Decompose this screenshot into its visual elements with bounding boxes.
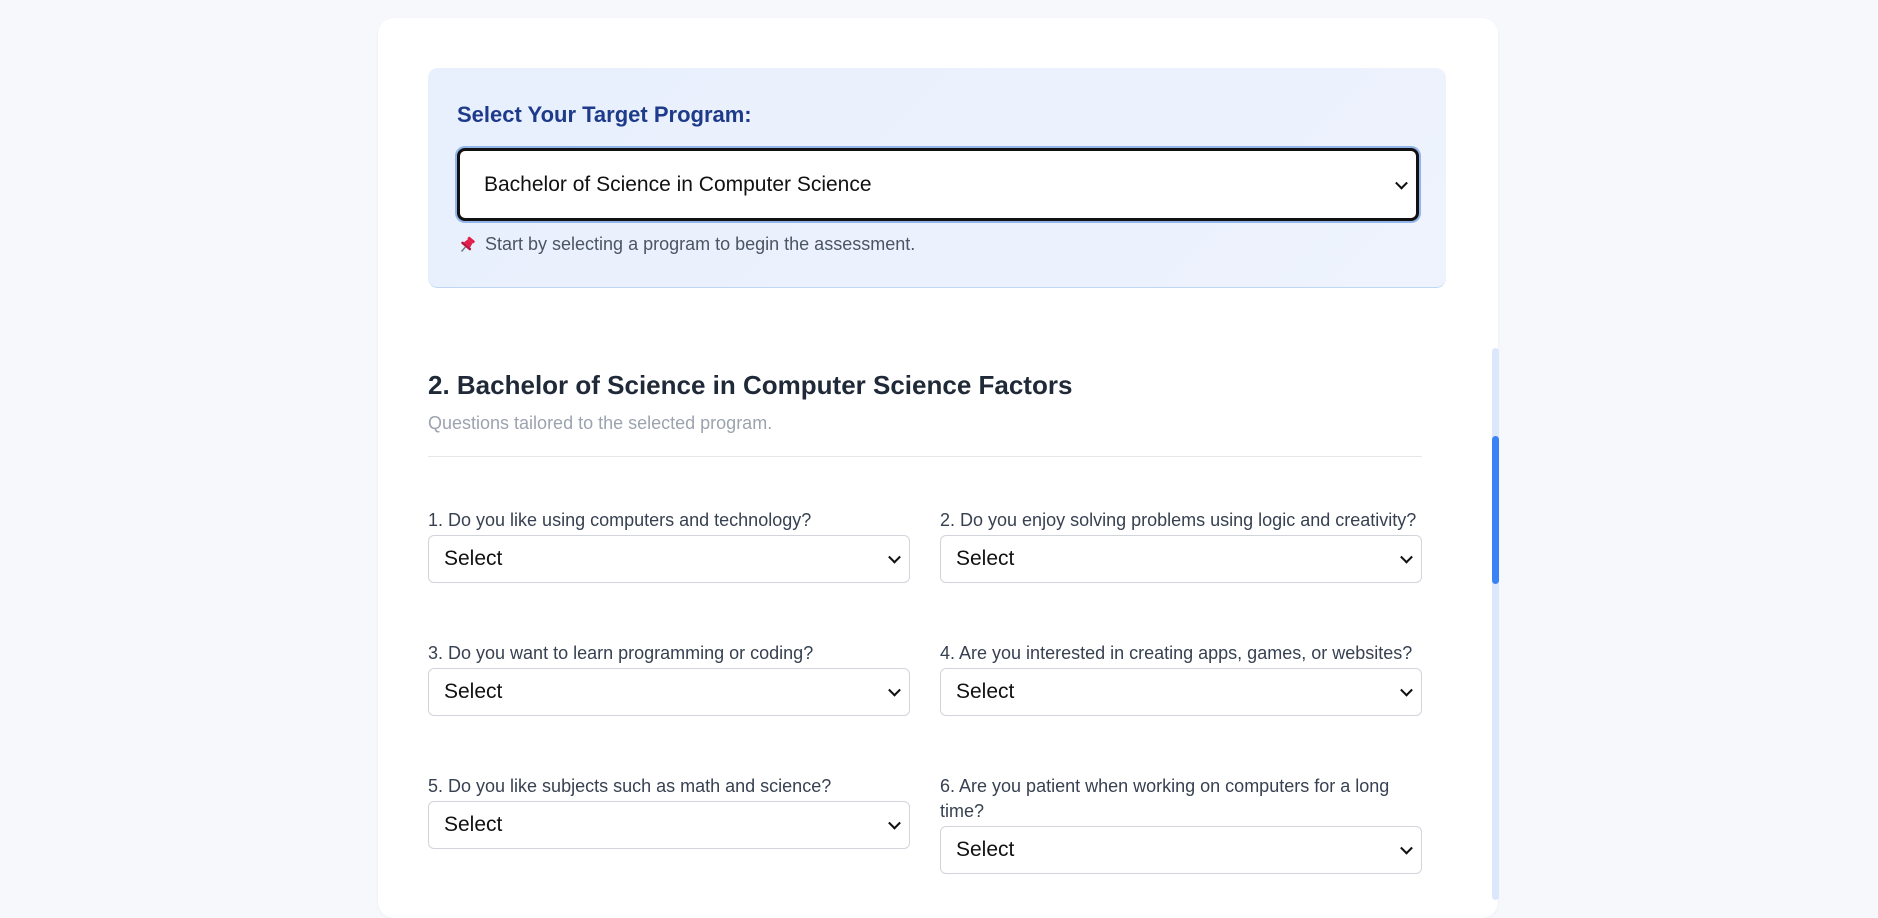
question-4-label: 4. Are you interested in creating apps, …	[940, 643, 1413, 663]
question-5-label: 5. Do you like subjects such as math and…	[428, 776, 832, 796]
chevron-down-icon	[1400, 683, 1413, 697]
question-2-select[interactable]: Select	[940, 535, 1422, 583]
pushpin-icon	[457, 235, 477, 255]
question-3: 3. Do you want to learn programming or c…	[428, 641, 910, 716]
question-6-select[interactable]: Select	[940, 826, 1422, 874]
chevron-down-icon	[888, 683, 901, 697]
question-2-value: Select	[956, 547, 1015, 570]
program-select[interactable]: Bachelor of Science in Computer Science	[457, 148, 1419, 221]
question-5-value: Select	[444, 813, 503, 836]
question-1-select[interactable]: Select	[428, 535, 910, 583]
section-scrollbar[interactable]	[1492, 348, 1499, 900]
section-scrollbar-thumb[interactable]	[1492, 436, 1499, 584]
chevron-down-icon	[888, 816, 901, 830]
section-divider	[428, 456, 1422, 457]
question-5-select[interactable]: Select	[428, 801, 910, 849]
question-1-label: 1. Do you like using computers and techn…	[428, 510, 812, 530]
question-1: 1. Do you like using computers and techn…	[428, 508, 910, 583]
program-select-value: Bachelor of Science in Computer Science	[484, 172, 872, 196]
question-6-label: 6. Are you patient when working on compu…	[940, 776, 1390, 821]
question-6: 6. Are you patient when working on compu…	[940, 774, 1422, 874]
question-6-value: Select	[956, 838, 1015, 861]
question-3-label: 3. Do you want to learn programming or c…	[428, 643, 814, 663]
chevron-down-icon	[1400, 550, 1413, 564]
program-selector-title: Select Your Target Program:	[457, 102, 752, 127]
program-selection-panel: Select Your Target Program: Bachelor of …	[428, 68, 1446, 288]
question-4: 4. Are you interested in creating apps, …	[940, 641, 1422, 716]
question-3-select[interactable]: Select	[428, 668, 910, 716]
question-2: 2. Do you enjoy solving problems using l…	[940, 508, 1422, 583]
program-hint: Start by selecting a program to begin th…	[457, 234, 915, 255]
question-1-value: Select	[444, 547, 503, 570]
question-5: 5. Do you like subjects such as math and…	[428, 774, 910, 849]
question-4-value: Select	[956, 680, 1015, 703]
question-2-label: 2. Do you enjoy solving problems using l…	[940, 510, 1417, 530]
chevron-down-icon	[1400, 841, 1413, 855]
question-3-value: Select	[444, 680, 503, 703]
section-title: 2. Bachelor of Science in Computer Scien…	[428, 370, 1073, 400]
chevron-down-icon	[888, 550, 901, 564]
program-hint-text: Start by selecting a program to begin th…	[485, 234, 916, 254]
section-subtitle: Questions tailored to the selected progr…	[428, 413, 773, 433]
program-factors-section: 2. Bachelor of Science in Computer Scien…	[428, 330, 1499, 900]
question-4-select[interactable]: Select	[940, 668, 1422, 716]
chevron-down-icon	[1395, 176, 1408, 190]
assessment-card: Select Your Target Program: Bachelor of …	[378, 18, 1499, 918]
